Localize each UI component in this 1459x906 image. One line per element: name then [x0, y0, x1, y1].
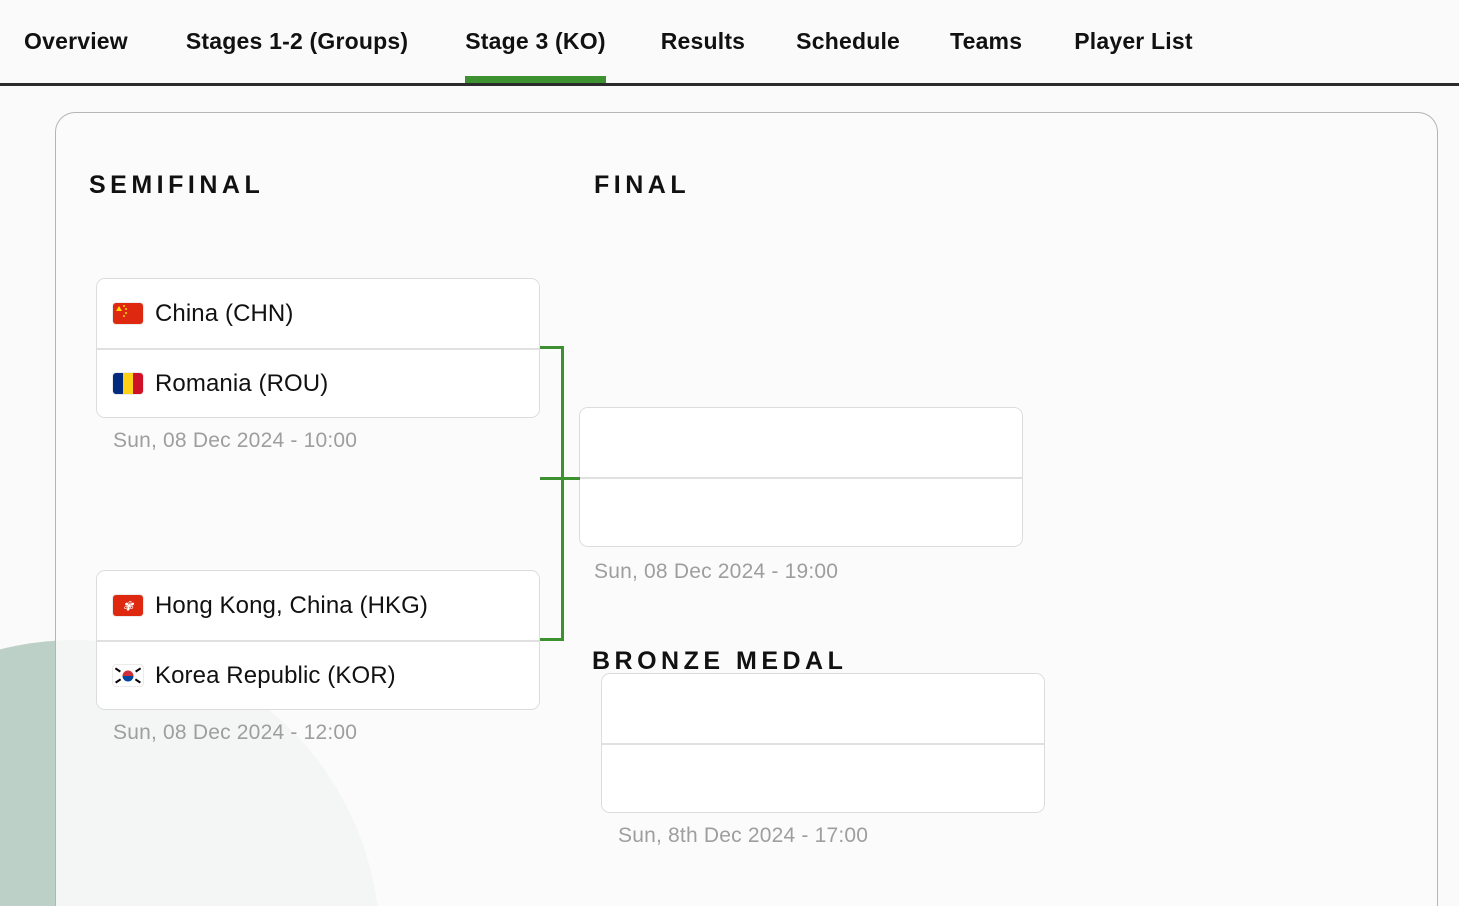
- team-row[interactable]: China (CHN): [97, 279, 539, 348]
- flag-korea-icon: [113, 665, 143, 686]
- team-row[interactable]: [580, 408, 1022, 477]
- team-row[interactable]: [602, 674, 1044, 743]
- tab-overview[interactable]: Overview: [24, 0, 128, 83]
- tab-label: Teams: [950, 28, 1022, 55]
- tab-label: Stages 1-2 (Groups): [186, 28, 408, 55]
- team-name: Romania (ROU): [155, 370, 328, 398]
- team-row[interactable]: [580, 477, 1022, 546]
- main-tab-bar: Overview Stages 1-2 (Groups) Stage 3 (KO…: [0, 0, 1459, 86]
- tab-underline: [24, 76, 128, 83]
- flag-hong-kong-icon: ✾: [113, 595, 143, 616]
- tab-label: Schedule: [796, 28, 900, 55]
- flag-china-icon: [113, 303, 143, 324]
- page-root: Overview Stages 1-2 (Groups) Stage 3 (KO…: [0, 0, 1459, 906]
- match-date-semifinal-2: Sun, 08 Dec 2024 - 12:00: [113, 721, 357, 745]
- team-row[interactable]: Romania (ROU): [97, 348, 539, 417]
- knockout-bracket-panel: SEMIFINAL FINAL BRONZE MEDAL China (CHN)…: [55, 112, 1438, 906]
- tab-label: Player List: [1074, 28, 1193, 55]
- team-name: Korea Republic (KOR): [155, 662, 396, 690]
- match-card-semifinal-2[interactable]: ✾ Hong Kong, China (HKG) Korea Republic …: [96, 570, 540, 710]
- tab-underline: [186, 76, 408, 83]
- team-name: Hong Kong, China (HKG): [155, 592, 428, 620]
- tab-stage-3-ko[interactable]: Stage 3 (KO): [465, 0, 605, 83]
- tab-underline: [796, 76, 900, 83]
- tab-player-list[interactable]: Player List: [1074, 0, 1193, 83]
- tab-stages-1-2-groups[interactable]: Stages 1-2 (Groups): [186, 0, 408, 83]
- team-row[interactable]: Korea Republic (KOR): [97, 640, 539, 709]
- tab-results[interactable]: Results: [661, 0, 745, 83]
- tab-underline: [1074, 76, 1193, 83]
- tab-underline: [661, 76, 745, 83]
- bracket-connector-final: [540, 477, 580, 480]
- match-card-semifinal-1[interactable]: China (CHN) Romania (ROU): [96, 278, 540, 418]
- match-date-final: Sun, 08 Dec 2024 - 19:00: [594, 560, 838, 584]
- bronze-medal-column-title: BRONZE MEDAL: [592, 647, 847, 676]
- final-column-title: FINAL: [594, 171, 690, 200]
- match-card-final[interactable]: [579, 407, 1023, 547]
- bracket-connector-spine: [561, 346, 564, 641]
- tab-label: Results: [661, 28, 745, 55]
- team-row[interactable]: ✾ Hong Kong, China (HKG): [97, 571, 539, 640]
- tab-underline-active: [465, 76, 605, 83]
- tab-schedule[interactable]: Schedule: [796, 0, 900, 83]
- match-card-bronze-medal[interactable]: [601, 673, 1045, 813]
- tab-label: Overview: [24, 28, 128, 55]
- semifinal-column-title: SEMIFINAL: [89, 171, 264, 200]
- tab-label: Stage 3 (KO): [465, 28, 605, 55]
- tab-underline: [950, 76, 1022, 83]
- team-row[interactable]: [602, 743, 1044, 812]
- flag-romania-icon: [113, 373, 143, 394]
- match-date-bronze-medal: Sun, 8th Dec 2024 - 17:00: [618, 824, 868, 848]
- tab-teams[interactable]: Teams: [950, 0, 1022, 83]
- team-name: China (CHN): [155, 300, 293, 328]
- match-date-semifinal-1: Sun, 08 Dec 2024 - 10:00: [113, 429, 357, 453]
